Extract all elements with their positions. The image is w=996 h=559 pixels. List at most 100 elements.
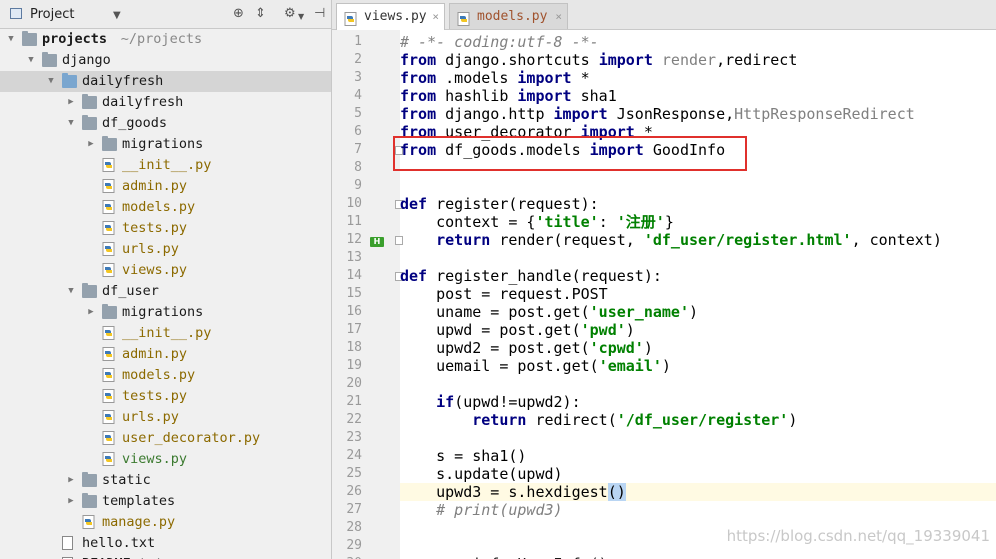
tree-item-models-py[interactable]: models.py xyxy=(0,197,331,218)
collapse-all-icon[interactable]: ⇕ xyxy=(255,6,266,22)
code-token: django.http xyxy=(436,105,554,123)
code-line[interactable]: if(upwd!=upwd2): xyxy=(400,393,996,411)
code-line[interactable]: def register_handle(request): xyxy=(400,267,996,285)
tree-item-views-py[interactable]: views.py xyxy=(0,260,331,281)
code-token: : xyxy=(598,213,617,231)
collapsed-arrow-icon[interactable]: ▶ xyxy=(66,470,76,491)
tree-item-migrations[interactable]: ▶ migrations xyxy=(0,134,331,155)
code-line[interactable]: uemail = post.get('email') xyxy=(400,357,996,375)
project-view-selector[interactable]: Project xyxy=(30,7,74,23)
tree-item-label: urls.py xyxy=(122,409,179,425)
tree-item-manage-py[interactable]: manage.py xyxy=(0,512,331,533)
python-file-icon xyxy=(102,158,115,172)
code-line[interactable]: from user_decorator import * xyxy=(400,123,996,141)
code-token: render xyxy=(652,51,717,69)
close-icon[interactable]: × xyxy=(555,4,562,30)
tree-item-init-py[interactable]: __init__.py xyxy=(0,323,331,344)
code-token: ) xyxy=(788,411,798,429)
code-editor[interactable]: # -*- coding:utf-8 -*- from django.shortc… xyxy=(400,30,996,559)
code-line[interactable]: s.update(upwd) xyxy=(400,465,996,483)
close-icon[interactable]: × xyxy=(432,4,439,30)
code-token: uname = post.get( xyxy=(400,303,590,321)
tree-item-df-user[interactable]: ▼ df_user xyxy=(0,281,331,302)
code-line[interactable] xyxy=(400,249,996,267)
tree-item-models-py[interactable]: models.py xyxy=(0,365,331,386)
code-line[interactable]: from df_goods.models import GoodInfo xyxy=(400,141,996,159)
tree-item-migrations[interactable]: ▶ migrations xyxy=(0,302,331,323)
code-line[interactable]: # print(upwd3) xyxy=(400,501,996,519)
locate-icon[interactable]: ⊕ xyxy=(233,6,244,22)
gear-icon[interactable]: ⚙ xyxy=(284,6,296,22)
code-token: () xyxy=(607,483,626,501)
code-line[interactable]: from django.shortcuts import render,redi… xyxy=(400,51,996,69)
tree-item-urls-py[interactable]: urls.py xyxy=(0,407,331,428)
tree-item-label: tests.py xyxy=(122,220,188,236)
code-line[interactable] xyxy=(400,375,996,393)
code-line[interactable]: s = sha1() xyxy=(400,447,996,465)
line-number: 20 xyxy=(346,376,362,391)
tree-item-projects[interactable]: ▼ projects ~/projects xyxy=(0,29,331,50)
code-line[interactable] xyxy=(400,177,996,195)
expanded-arrow-icon[interactable]: ▼ xyxy=(6,29,16,50)
tree-item-df-goods[interactable]: ▼ df_goods xyxy=(0,113,331,134)
collapsed-arrow-icon[interactable]: ▶ xyxy=(86,302,96,323)
code-line[interactable] xyxy=(400,159,996,177)
chevron-down-icon[interactable]: ▼ xyxy=(113,8,121,24)
code-line[interactable]: return render(request, 'df_user/register… xyxy=(400,231,996,249)
expanded-arrow-icon[interactable]: ▼ xyxy=(66,113,76,134)
expanded-arrow-icon[interactable]: ▼ xyxy=(46,71,56,92)
code-line[interactable]: info=UserInfo() xyxy=(400,555,996,559)
code-line[interactable]: context = {'title': '注册'} xyxy=(400,213,996,231)
code-line[interactable] xyxy=(400,429,996,447)
tab-models-py[interactable]: models.py × xyxy=(449,3,568,29)
tree-item-urls-py[interactable]: urls.py xyxy=(0,239,331,260)
folder-icon xyxy=(82,472,97,487)
code-token: 'cpwd' xyxy=(589,339,644,357)
tree-item-label: django xyxy=(62,52,111,68)
tree-item-django[interactable]: ▼ django xyxy=(0,50,331,71)
code-token: 'email' xyxy=(598,357,662,375)
tree-item-admin-py[interactable]: admin.py xyxy=(0,176,331,197)
line-number: 26 xyxy=(346,484,362,499)
expanded-arrow-icon[interactable]: ▼ xyxy=(66,281,76,302)
line-number: 24 xyxy=(346,448,362,463)
collapsed-arrow-icon[interactable]: ▶ xyxy=(66,491,76,512)
code-line[interactable]: from django.http import JsonResponse,Htt… xyxy=(400,105,996,123)
tab-views-py[interactable]: views.py × xyxy=(336,3,445,30)
code-token: return xyxy=(436,231,491,249)
code-line[interactable]: from hashlib import sha1 xyxy=(400,87,996,105)
gutter-marker-icon[interactable]: H xyxy=(370,237,384,247)
code-line[interactable]: upwd3 = s.hexdigest() xyxy=(400,483,996,501)
code-line[interactable]: upwd2 = post.get('cpwd') xyxy=(400,339,996,357)
tree-item-templates[interactable]: ▶ templates xyxy=(0,491,331,512)
tree-item-dailyfresh[interactable]: ▶ dailyfresh xyxy=(0,92,331,113)
python-file-icon xyxy=(102,347,115,361)
tree-item-static[interactable]: ▶ static xyxy=(0,470,331,491)
chevron-down-icon[interactable]: ▼ xyxy=(298,9,304,25)
code-token: * xyxy=(634,123,653,141)
code-line[interactable]: from .models import * xyxy=(400,69,996,87)
code-line[interactable]: uname = post.get('user_name') xyxy=(400,303,996,321)
tree-item-tests-py[interactable]: tests.py xyxy=(0,386,331,407)
code-token: def xyxy=(400,267,428,285)
tree-item-tests-py[interactable]: tests.py xyxy=(0,218,331,239)
tree-item-user-decorator-py[interactable]: user_decorator.py xyxy=(0,428,331,449)
code-line[interactable]: post = request.POST xyxy=(400,285,996,303)
tree-item-init-py[interactable]: __init__.py xyxy=(0,155,331,176)
code-token: } xyxy=(664,213,674,231)
tree-item-views-py[interactable]: views.py xyxy=(0,449,331,470)
line-number: 4 xyxy=(354,88,362,103)
collapsed-arrow-icon[interactable]: ▶ xyxy=(66,92,76,113)
tree-item-admin-py[interactable]: admin.py xyxy=(0,344,331,365)
collapsed-arrow-icon[interactable]: ▶ xyxy=(86,134,96,155)
code-line[interactable]: return redirect('/df_user/register') xyxy=(400,411,996,429)
code-line[interactable]: def register(request): xyxy=(400,195,996,213)
hide-panel-icon[interactable]: ⊣ xyxy=(314,6,325,22)
tree-item-hello-txt[interactable]: hello.txt xyxy=(0,533,331,554)
code-line[interactable]: # -*- coding:utf-8 -*- xyxy=(400,33,996,51)
code-line[interactable]: upwd = post.get('pwd') xyxy=(400,321,996,339)
expanded-arrow-icon[interactable]: ▼ xyxy=(26,50,36,71)
tree-item-dailyfresh[interactable]: ▼ dailyfresh xyxy=(0,71,331,92)
tree-item-readme-txt[interactable]: README.txt xyxy=(0,554,331,559)
